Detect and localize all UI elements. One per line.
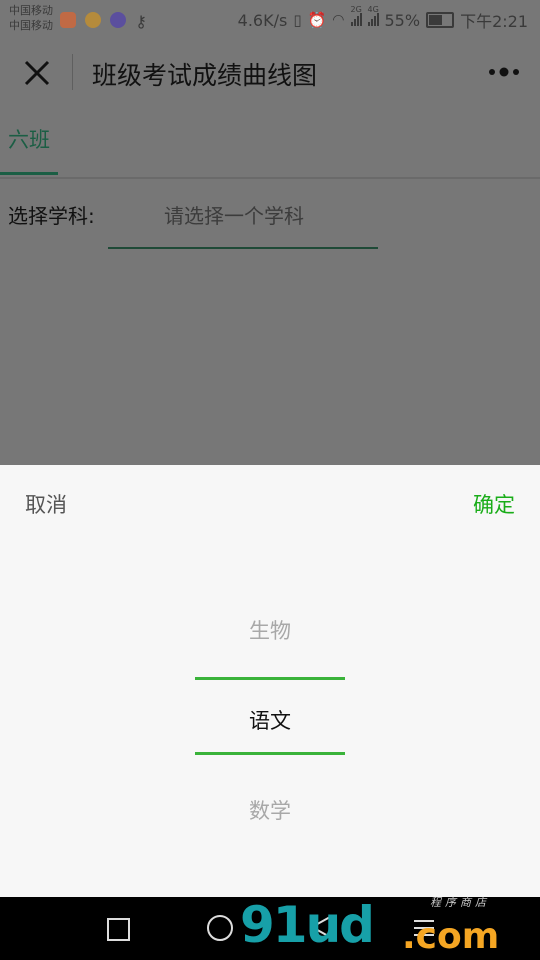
close-button[interactable] bbox=[20, 56, 54, 90]
video-app-icon bbox=[110, 11, 127, 28]
subject-picker[interactable]: 请选择一个学科 bbox=[108, 193, 378, 249]
watermark-main: 91ud bbox=[240, 896, 375, 954]
recent-apps-button[interactable] bbox=[107, 918, 130, 941]
carrier-names: 中国移动 中国移动 bbox=[9, 3, 53, 33]
main-content: 选择学科: 请选择一个学科 bbox=[0, 179, 540, 465]
watermark-logo: 91ud .com 程序商店 bbox=[240, 888, 540, 960]
close-icon bbox=[24, 60, 50, 86]
picker-sheet: 取消 确定 生物 语文 数学 bbox=[0, 465, 540, 897]
signal-icon-1: 2G bbox=[350, 5, 362, 30]
watermark-domain: .com bbox=[402, 916, 500, 957]
subject-wheel[interactable]: 生物 语文 数学 bbox=[0, 585, 540, 825]
vibrate-icon: ▯ bbox=[293, 11, 302, 29]
nav-divider bbox=[72, 54, 73, 90]
clock: 下午2:21 bbox=[460, 12, 528, 31]
tab-bar: 六班 bbox=[0, 110, 540, 179]
home-button[interactable] bbox=[207, 915, 233, 941]
carrier-1: 中国移动 bbox=[9, 4, 53, 17]
tab-class-6[interactable]: 六班 bbox=[0, 124, 58, 154]
confirm-button[interactable]: 确定 bbox=[473, 489, 515, 519]
battery-icon bbox=[426, 12, 455, 28]
wifi-icon: ◠ bbox=[332, 12, 345, 28]
selection-line-bottom bbox=[195, 752, 345, 755]
more-button[interactable] bbox=[484, 62, 524, 82]
notification-icons: ⚷ bbox=[60, 9, 151, 31]
tab-indicator bbox=[0, 172, 58, 175]
title-bar: 班级考试成绩曲线图 bbox=[0, 36, 540, 110]
more-icon bbox=[489, 67, 519, 77]
watermark-cn: 程序商店 bbox=[430, 896, 490, 909]
signal-icon-2: 4G bbox=[367, 5, 379, 30]
battery-percent: 55% bbox=[384, 10, 421, 30]
picker-option-selected[interactable]: 语文 bbox=[0, 705, 540, 735]
page-title: 班级考试成绩曲线图 bbox=[92, 61, 318, 90]
picker-option[interactable]: 数学 bbox=[0, 795, 540, 825]
weibo-icon bbox=[85, 11, 102, 28]
subject-placeholder: 请选择一个学科 bbox=[164, 204, 304, 228]
carrier-2: 中国移动 bbox=[9, 19, 53, 32]
subject-label: 选择学科: bbox=[8, 204, 95, 228]
alarm-icon: ⏰ bbox=[307, 11, 327, 29]
selection-line-top bbox=[195, 677, 345, 680]
app-notification-icon bbox=[60, 11, 76, 28]
status-bar: 中国移动 中国移动 ⚷ 4.6K/s ▯ ⏰ ◠ 2G 4G 55% 下午2:2… bbox=[0, 0, 540, 36]
status-right: 4.6K/s ▯ ⏰ ◠ 2G 4G 55% 下午2:21 bbox=[237, 5, 528, 32]
key-icon: ⚷ bbox=[135, 11, 147, 31]
picker-option[interactable]: 生物 bbox=[0, 615, 540, 645]
network-speed: 4.6K/s bbox=[237, 10, 288, 30]
cancel-button[interactable]: 取消 bbox=[25, 489, 67, 519]
